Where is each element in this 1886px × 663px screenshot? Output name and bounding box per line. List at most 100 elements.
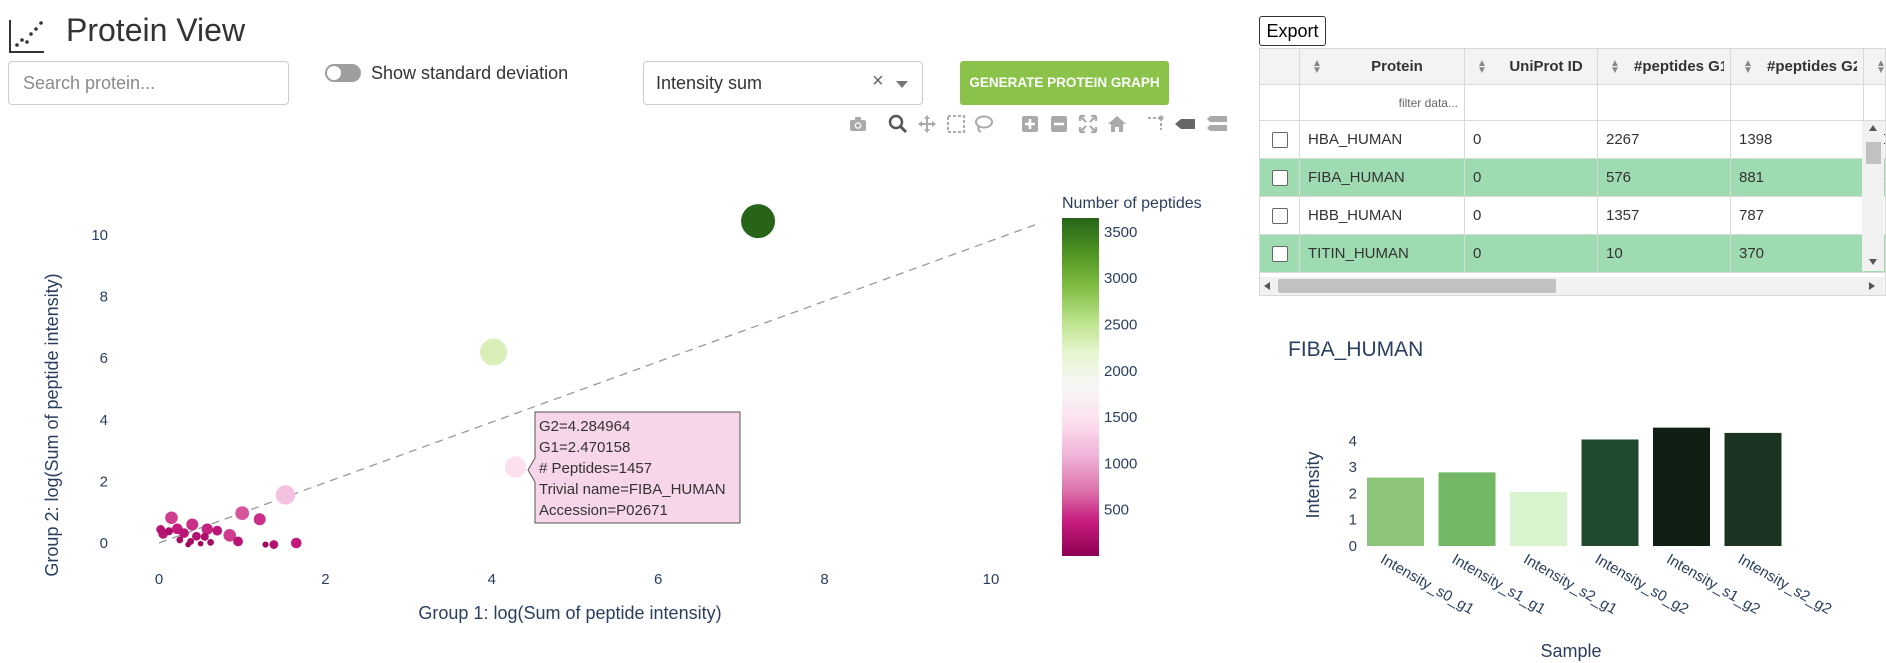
colorbar-tick-label: 3500 (1104, 224, 1137, 241)
bar[interactable] (1581, 439, 1639, 546)
scatter-point[interactable] (504, 456, 527, 478)
table-cell-pep_g1: 576 (1598, 159, 1731, 197)
toggle-knob (327, 66, 341, 80)
metric-select-value: Intensity sum (656, 73, 763, 93)
scatter-point[interactable] (290, 537, 302, 549)
scatter-point[interactable] (186, 518, 199, 531)
row-checkbox[interactable] (1272, 246, 1288, 262)
colorbar-tick-label: 1500 (1104, 409, 1137, 426)
scatter-point[interactable] (207, 538, 214, 546)
y-tick-label: 2 (100, 473, 108, 490)
protein-scatter-plot[interactable]: 0 2 4 6 8 10 0 2 4 6 8 10 Group 1: log(Sum of pepti… (0, 130, 1250, 663)
column-header-protein[interactable]: ▲ ▼ Protein (1300, 49, 1465, 85)
column-header-inter[interactable]: ▲▼inter (1864, 49, 1885, 85)
horizontal-scroll-thumb[interactable] (1278, 279, 1556, 293)
sort-icon[interactable]: ▲ ▼ (1876, 59, 1885, 76)
x-tick-label: 2 (321, 571, 329, 588)
scatter-point[interactable] (197, 540, 204, 547)
bar[interactable] (1438, 472, 1496, 546)
column-header-peptides-g2[interactable]: ▲ ▼ #peptides G2 (1731, 49, 1864, 85)
scroll-down-icon[interactable] (1869, 259, 1877, 265)
scatter-point[interactable] (233, 536, 243, 547)
uniprot-filter-input[interactable] (1465, 85, 1598, 121)
clear-icon[interactable]: × (872, 70, 884, 93)
bar-y-tick-label: 0 (1349, 538, 1357, 555)
table-cell-protein: FIBA_HUMAN (1300, 159, 1465, 197)
column-header-uniprot-id[interactable]: ▲ ▼ UniProt ID (1465, 49, 1598, 85)
bar[interactable] (1510, 492, 1567, 546)
generate-protein-graph-button[interactable]: GENERATE PROTEIN GRAPH (960, 61, 1169, 105)
row-checkbox[interactable] (1272, 132, 1288, 148)
x-axis-label: Group 1: log(Sum of peptide intensity) (418, 603, 721, 623)
scatter-point[interactable] (479, 338, 507, 366)
inter-filter-input[interactable] (1864, 85, 1885, 121)
peptides-g1-filter-input[interactable] (1598, 85, 1731, 121)
protein-intensity-bar-chart[interactable]: 01234Intensity_s0_g1Intensity_s1_g1Inten… (1270, 400, 1886, 663)
colorbar-tick-label: 3000 (1104, 270, 1137, 287)
colorbar-tick-label: 2000 (1104, 363, 1137, 380)
std-deviation-toggle[interactable] (325, 64, 361, 82)
table-row[interactable]: HBA_HUMAN02267139810.41 (1260, 121, 1885, 159)
protein-filter-input[interactable]: filter data... (1300, 85, 1465, 121)
scroll-left-icon[interactable] (1264, 282, 1270, 290)
scatter-point[interactable] (235, 506, 250, 521)
row-checkbox[interactable] (1272, 170, 1288, 186)
table-row[interactable]: FIBA_HUMAN05768812.47 (1260, 159, 1885, 197)
scatter-point[interactable] (192, 531, 201, 541)
peptides-g2-filter-input[interactable] (1731, 85, 1864, 121)
table-cell-pep_g2: 370 (1731, 235, 1864, 273)
table-row[interactable]: TITIN_HUMAN0103700.03 (1260, 235, 1885, 273)
row-checkbox-cell (1260, 121, 1300, 159)
bar-y-tick-label: 4 (1349, 433, 1357, 450)
scatter-point[interactable] (269, 540, 279, 549)
colorbar-tick-label: 500 (1104, 502, 1129, 519)
y-tick-label: 4 (100, 412, 108, 429)
table-cell-pep_g2: 787 (1731, 197, 1864, 235)
select-all-header (1260, 49, 1300, 85)
colorbar-title: Number of peptides (1062, 195, 1202, 212)
metric-select[interactable]: Intensity sum × (643, 61, 923, 105)
scroll-right-icon[interactable] (1869, 282, 1875, 290)
scatter-point[interactable] (176, 536, 184, 544)
scatter-point[interactable] (741, 204, 776, 239)
x-tick-label: 8 (820, 571, 828, 588)
scatter-point[interactable] (156, 525, 166, 534)
bar[interactable] (1367, 477, 1424, 546)
table-cell-pep_g2: 1398 (1731, 121, 1864, 159)
bar-chart-title: FIBA_HUMAN (1288, 338, 1424, 361)
sort-icon[interactable]: ▲ ▼ (1743, 59, 1753, 76)
scatter-point[interactable] (201, 523, 213, 535)
search-input[interactable] (8, 61, 289, 105)
vertical-scroll-thumb[interactable] (1866, 142, 1881, 164)
bar[interactable] (1653, 427, 1710, 546)
sort-icon[interactable]: ▲ ▼ (1610, 59, 1620, 76)
table-cell-protein: HBB_HUMAN (1300, 197, 1465, 235)
bar[interactable] (1724, 432, 1782, 546)
scatter-point[interactable] (179, 528, 189, 539)
row-checkbox[interactable] (1272, 208, 1288, 224)
sort-icon[interactable]: ▲ ▼ (1312, 59, 1322, 76)
tooltip-line-peptides: # Peptides=1457 (539, 460, 652, 477)
scatter-plot-icon (9, 20, 44, 53)
protein-table: ▲ ▼ Protein ▲ ▼ UniProt ID ▲ ▼ #peptides G1 ▲ ▼… (1259, 48, 1886, 296)
tooltip-line-accession: Accession=P02671 (539, 502, 668, 519)
chevron-down-icon[interactable] (896, 81, 908, 88)
row-checkbox-cell (1260, 197, 1300, 235)
sort-icon[interactable]: ▲ ▼ (1477, 59, 1487, 76)
export-button[interactable]: Export (1259, 16, 1326, 46)
scatter-point[interactable] (212, 525, 223, 536)
column-header-peptides-g1[interactable]: ▲ ▼ #peptides G1 (1598, 49, 1731, 85)
y-tick-label: 0 (100, 535, 108, 552)
scatter-point[interactable] (253, 513, 266, 526)
table-row[interactable]: HBB_HUMAN013577876.16 (1260, 197, 1885, 235)
bar-y-tick-label: 3 (1349, 459, 1357, 476)
x-tick-label: 4 (488, 571, 496, 588)
scatter-point[interactable] (185, 541, 191, 548)
scatter-point[interactable] (164, 527, 173, 536)
scatter-point[interactable] (165, 511, 178, 525)
tooltip-line-g1: G1=2.470158 (539, 439, 630, 456)
scroll-up-icon[interactable] (1869, 125, 1877, 131)
scatter-point[interactable] (275, 485, 296, 505)
scatter-point[interactable] (262, 541, 269, 548)
scatter-point[interactable] (200, 532, 209, 541)
